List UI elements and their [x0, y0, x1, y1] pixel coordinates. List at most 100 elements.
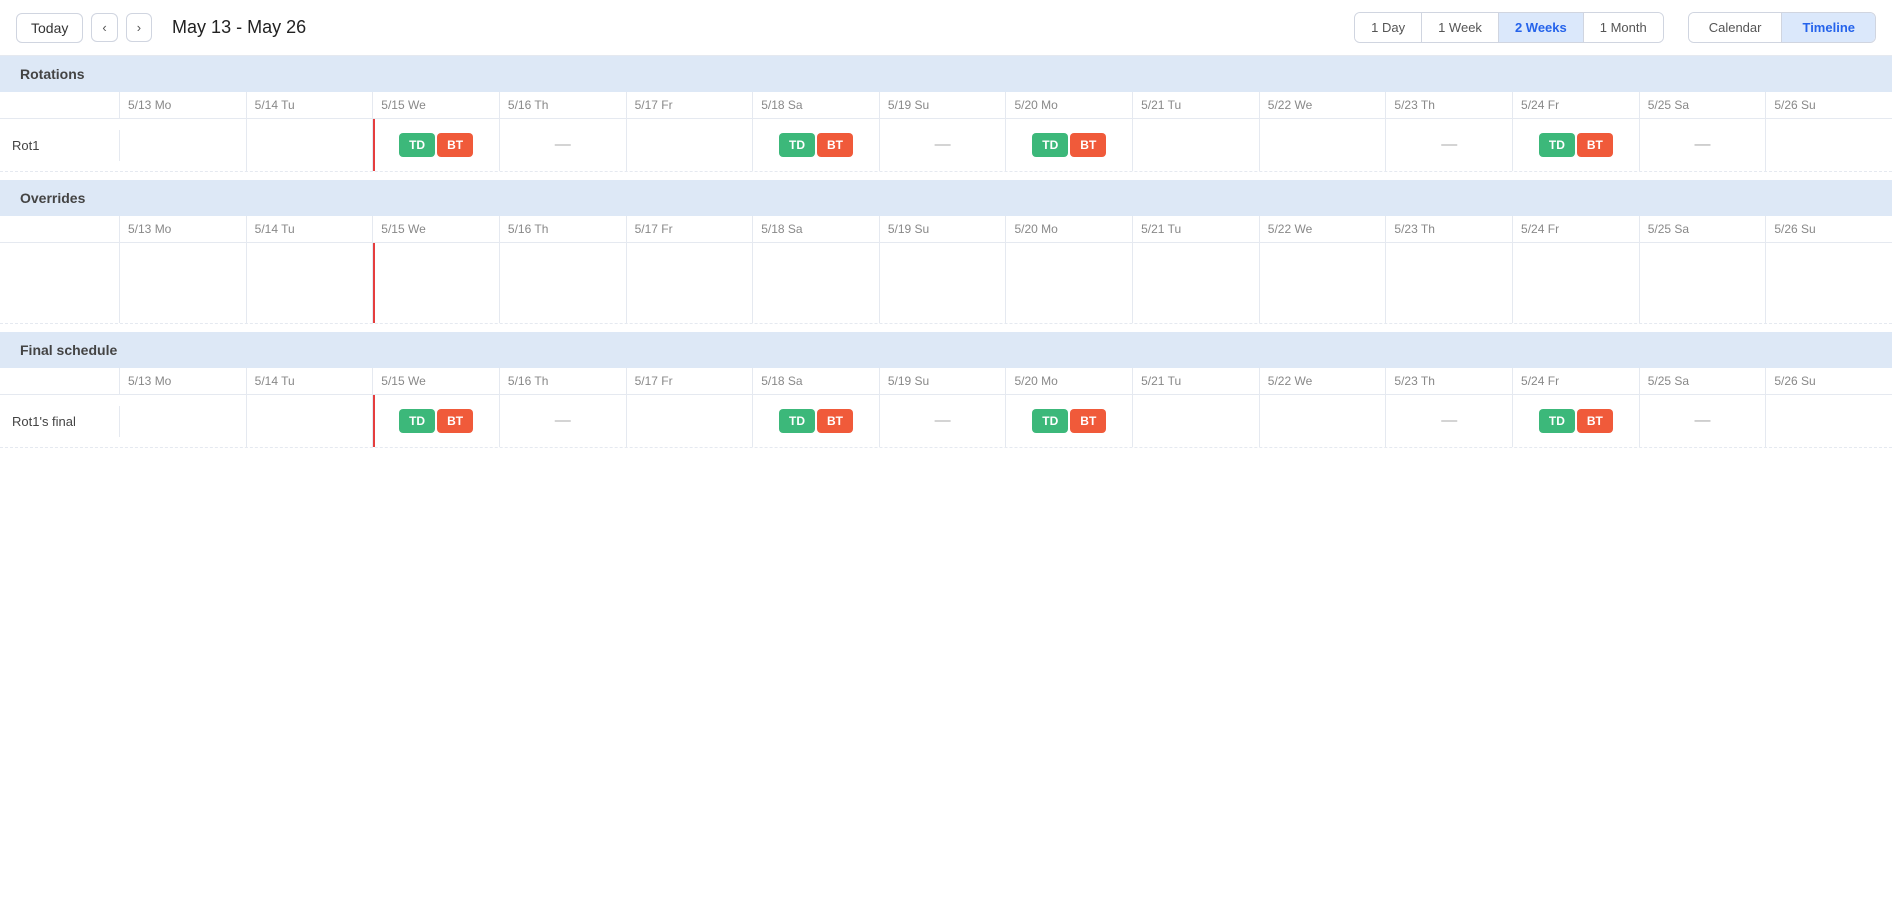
date-range: May 13 - May 26 [172, 17, 1334, 38]
fs-day-header-12: 5/25 Sa [1640, 368, 1767, 394]
fs-pills-11: TD BT [1515, 409, 1637, 433]
section-overrides-header: Overrides [0, 180, 1892, 216]
fs-day-header-8: 5/21 Tu [1133, 368, 1260, 394]
next-button[interactable]: › [126, 13, 152, 42]
pill-bt-1[interactable]: BT [437, 133, 473, 157]
fs-day-header-5: 5/18 Sa [753, 368, 880, 394]
fs-cell-12: — [1640, 395, 1767, 447]
fs-cell-0 [120, 395, 247, 447]
ov-day-header-9: 5/22 We [1260, 216, 1387, 242]
rot1-cell-6: — [880, 119, 1007, 171]
fs-cell-8 [1133, 395, 1260, 447]
rot1-cell-7: TD BT [1006, 119, 1133, 171]
rot1-cell-3: — [500, 119, 627, 171]
rot1-cell-12: — [1640, 119, 1767, 171]
ov-cell-8 [1133, 243, 1260, 323]
day-header-11: 5/24 Fr [1513, 92, 1640, 118]
fs-pill-td-3[interactable]: TD [1032, 409, 1068, 433]
ov-cell-5 [753, 243, 880, 323]
fs-cell-2: TD BT [373, 395, 500, 447]
fs-pill-td-4[interactable]: TD [1539, 409, 1575, 433]
fs-day-header-4: 5/17 Fr [627, 368, 754, 394]
section-rotations: Rotations 5/13 Mo 5/14 Tu 5/15 We 5/16 T… [0, 56, 1892, 172]
fs-day-header-11: 5/24 Fr [1513, 368, 1640, 394]
ov-cell-7 [1006, 243, 1133, 323]
ov-cell-12 [1640, 243, 1767, 323]
prev-button[interactable]: ‹ [91, 13, 117, 42]
fs-day-header-0: 5/13 Mo [120, 368, 247, 394]
ov-day-header-7: 5/20 Mo [1006, 216, 1133, 242]
ov-day-header-0: 5/13 Mo [120, 216, 247, 242]
view-2weeks[interactable]: 2 Weeks [1499, 13, 1584, 42]
view-1week[interactable]: 1 Week [1422, 13, 1499, 42]
ov-cell-4 [627, 243, 754, 323]
view-1month[interactable]: 1 Month [1584, 13, 1663, 42]
day-header-9: 5/22 We [1260, 92, 1387, 118]
fs-cell-9 [1260, 395, 1387, 447]
fs-day-header-6: 5/19 Su [880, 368, 1007, 394]
rotations-grid: 5/13 Mo 5/14 Tu 5/15 We 5/16 Th 5/17 Fr … [0, 92, 1892, 172]
fs-pills-2: TD BT [375, 409, 497, 433]
section-overrides: Overrides 5/13 Mo 5/14 Tu 5/15 We 5/16 T… [0, 180, 1892, 324]
rot1-row: Rot1 TD BT — [0, 119, 1892, 172]
rot1-cell-9 [1260, 119, 1387, 171]
ov-day-header-12: 5/25 Sa [1640, 216, 1767, 242]
fs-pill-bt-2[interactable]: BT [817, 409, 853, 433]
ov-cell-1 [247, 243, 374, 323]
fs-pill-td-2[interactable]: TD [779, 409, 815, 433]
final-grid: 5/13 Mo 5/14 Tu 5/15 We 5/16 Th 5/17 Fr … [0, 368, 1892, 448]
pill-bt-4[interactable]: BT [1577, 133, 1613, 157]
pill-bt-3[interactable]: BT [1070, 133, 1106, 157]
day-header-13: 5/26 Su [1766, 92, 1892, 118]
pill-td-3[interactable]: TD [1032, 133, 1068, 157]
fs-day-header-7: 5/20 Mo [1006, 368, 1133, 394]
fs-day-header-10: 5/23 Th [1386, 368, 1513, 394]
pill-bt-2[interactable]: BT [817, 133, 853, 157]
fs-pill-bt-1[interactable]: BT [437, 409, 473, 433]
day-header-10: 5/23 Th [1386, 92, 1513, 118]
ov-day-header-5: 5/18 Sa [753, 216, 880, 242]
rot1-cell-2: TD BT [373, 119, 500, 171]
rot1-cell-13 [1766, 119, 1892, 171]
overrides-label-spacer [0, 243, 120, 323]
section-final-schedule: Final schedule 5/13 Mo 5/14 Tu 5/15 We 5… [0, 332, 1892, 448]
today-button[interactable]: Today [16, 13, 83, 43]
fs-pill-bt-3[interactable]: BT [1070, 409, 1106, 433]
fs-cell-3: — [500, 395, 627, 447]
mode-calendar[interactable]: Calendar [1689, 13, 1783, 42]
day-header-8: 5/21 Tu [1133, 92, 1260, 118]
fs-cell-6: — [880, 395, 1007, 447]
fs-cell-11: TD BT [1513, 395, 1640, 447]
label-spacer-fs [0, 368, 120, 394]
overrides-empty-row [0, 243, 1892, 324]
view-1day[interactable]: 1 Day [1355, 13, 1422, 42]
ov-cell-0 [120, 243, 247, 323]
fs-pill-bt-4[interactable]: BT [1577, 409, 1613, 433]
day-header-0: 5/13 Mo [120, 92, 247, 118]
ov-cell-6 [880, 243, 1007, 323]
pill-td-1[interactable]: TD [399, 133, 435, 157]
pill-td-4[interactable]: TD [1539, 133, 1575, 157]
ov-day-header-11: 5/24 Fr [1513, 216, 1640, 242]
rot1-cell-11: TD BT [1513, 119, 1640, 171]
rot1-pills-2: TD BT [375, 133, 497, 157]
rot1-cell-5: TD BT [753, 119, 880, 171]
label-spacer [0, 92, 120, 118]
rot1-pills-11: TD BT [1515, 133, 1637, 157]
ov-day-header-2: 5/15 We [373, 216, 500, 242]
fs-cell-7: TD BT [1006, 395, 1133, 447]
ov-day-header-4: 5/17 Fr [627, 216, 754, 242]
ov-cell-11 [1513, 243, 1640, 323]
rot1-cell-4 [627, 119, 754, 171]
fs-cell-13 [1766, 395, 1892, 447]
overrides-grid: 5/13 Mo 5/14 Tu 5/15 We 5/16 Th 5/17 Fr … [0, 216, 1892, 324]
fs-pills-7: TD BT [1008, 409, 1130, 433]
mode-timeline[interactable]: Timeline [1782, 13, 1875, 42]
rot1-pills-5: TD BT [755, 133, 877, 157]
fs-pill-td-1[interactable]: TD [399, 409, 435, 433]
ov-cell-10 [1386, 243, 1513, 323]
day-header-1: 5/14 Tu [247, 92, 374, 118]
ov-cell-2-today [373, 243, 500, 323]
pill-td-2[interactable]: TD [779, 133, 815, 157]
ov-day-header-13: 5/26 Su [1766, 216, 1892, 242]
